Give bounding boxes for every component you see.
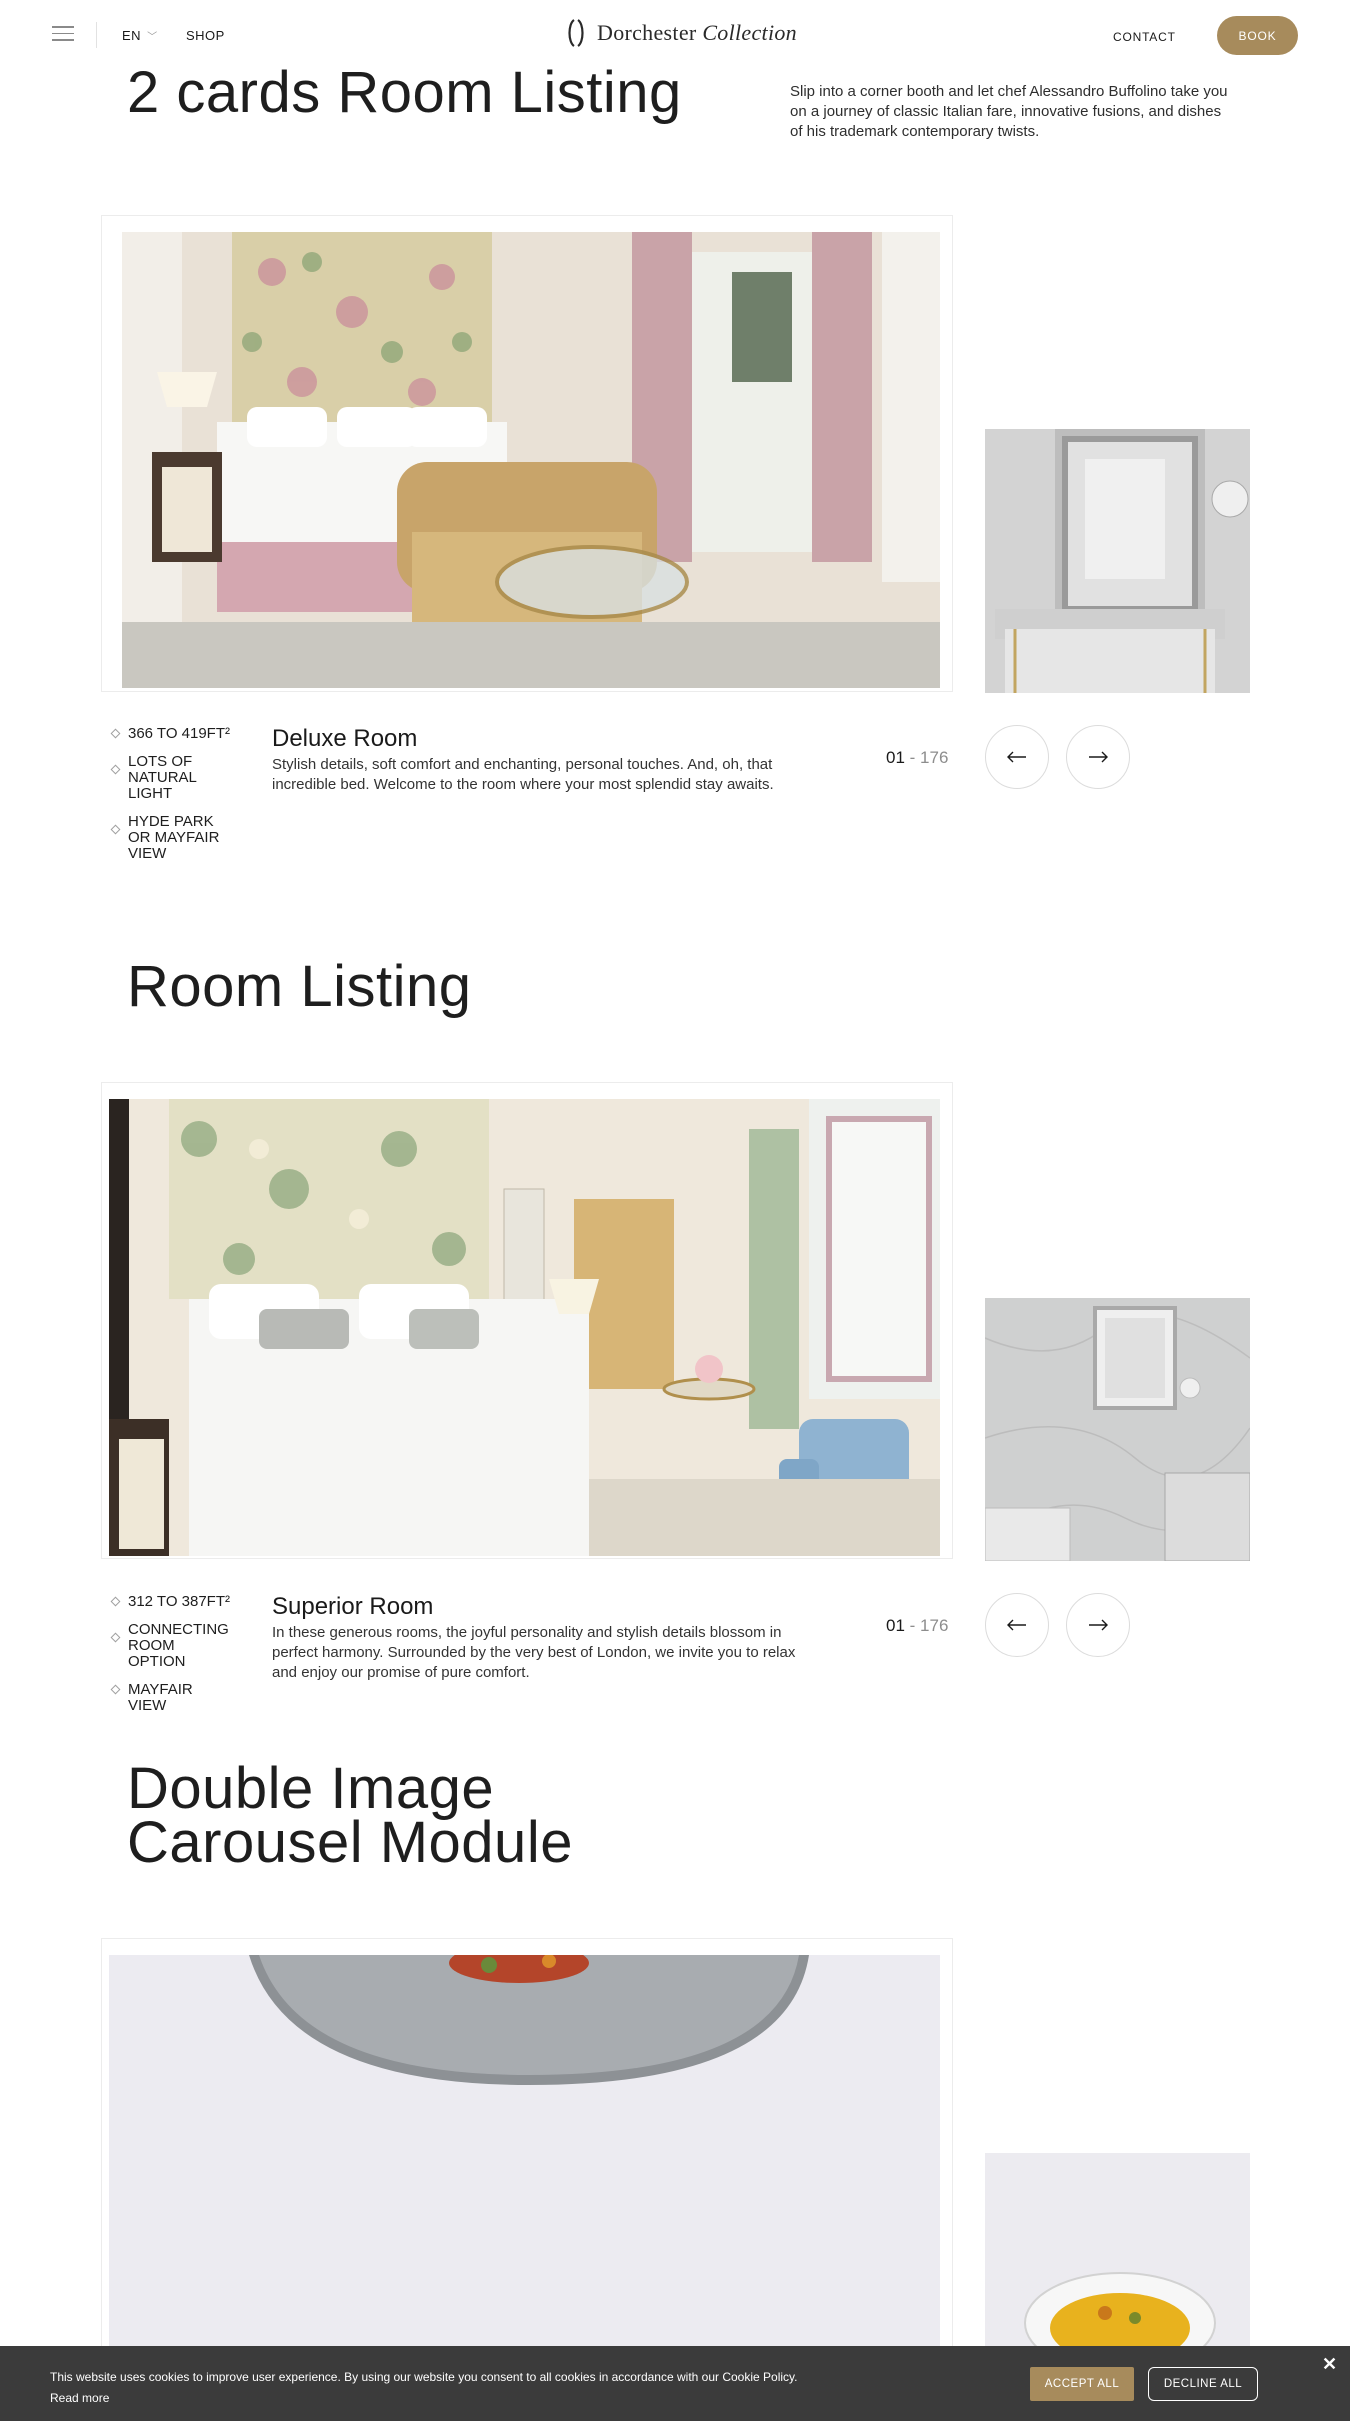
diamond-icon <box>110 1684 121 1695</box>
diamond-icon <box>110 764 121 775</box>
feature-item: 366 TO 419FT² <box>110 726 230 742</box>
decline-all-button[interactable]: DECLINE ALL <box>1148 2367 1258 2401</box>
section-title-double-image-carousel: Double Image Carousel Module <box>127 1756 573 1875</box>
bathroom-thumbnail-image <box>985 429 1250 693</box>
next-slide-button[interactable] <box>1066 1593 1130 1657</box>
feature-item: 312 TO 387FT² <box>110 1594 230 1610</box>
book-button[interactable]: BOOK <box>1217 16 1298 55</box>
cookie-message: This website uses cookies to improve use… <box>50 2370 798 2384</box>
room-name[interactable]: Superior Room <box>272 1593 433 1621</box>
slide-counter: 01 - 176 <box>886 748 949 767</box>
deluxe-room-image <box>122 232 940 688</box>
arrow-left-icon <box>1007 1619 1026 1631</box>
room-features-list: 366 TO 419FT² LOTS OF NATURAL LIGHT HYDE… <box>110 726 230 874</box>
diamond-icon <box>110 728 121 739</box>
next-slide-button[interactable] <box>1066 725 1130 789</box>
intro-paragraph: Slip into a corner booth and let chef Al… <box>790 83 1228 140</box>
prev-slide-button[interactable] <box>985 725 1049 789</box>
logo-mark-icon <box>568 19 584 47</box>
header-divider <box>96 22 97 48</box>
superior-room-image <box>109 1099 940 1556</box>
language-selector[interactable]: EN ﹀ <box>122 28 158 43</box>
close-icon[interactable]: ✕ <box>1322 2354 1337 2375</box>
diamond-icon <box>110 1632 121 1643</box>
brand-logo[interactable]: Dorchester Collection <box>565 18 797 48</box>
diamond-icon <box>110 824 121 835</box>
dish-image <box>109 1955 940 2346</box>
arrow-right-icon <box>1089 1619 1108 1631</box>
language-label: EN <box>122 28 142 43</box>
arrow-left-icon <box>1007 751 1026 763</box>
feature-item: HYDE PARK OR MAYFAIR VIEW <box>110 814 230 862</box>
arrow-right-icon <box>1089 751 1108 763</box>
room-description: Stylish details, soft comfort and enchan… <box>272 756 774 793</box>
feature-item: LOTS OF NATURAL LIGHT <box>110 754 230 802</box>
room-name[interactable]: Deluxe Room <box>272 725 417 753</box>
diamond-icon <box>110 1596 121 1607</box>
room-description: In these generous rooms, the joyful pers… <box>272 1624 796 1681</box>
chevron-down-icon: ﹀ <box>147 32 158 43</box>
feature-item: CONNECTING ROOM OPTION <box>110 1622 230 1670</box>
title-line: Carousel Module <box>127 1810 573 1875</box>
section-title-room-listing: Room Listing <box>127 954 472 1019</box>
logo-text: Dorchester Collection <box>597 20 797 45</box>
slide-counter: 01 - 176 <box>886 1616 949 1635</box>
section-title-two-cards: 2 cards Room Listing <box>127 60 682 125</box>
dish-thumbnail-image <box>985 2153 1250 2353</box>
read-more-link[interactable]: Read more <box>50 2391 109 2405</box>
menu-icon[interactable] <box>52 26 74 42</box>
feature-item: MAYFAIR VIEW <box>110 1682 230 1714</box>
shop-link[interactable]: SHOP <box>186 28 225 43</box>
prev-slide-button[interactable] <box>985 1593 1049 1657</box>
cookie-banner: This website uses cookies to improve use… <box>0 2346 1350 2421</box>
room-features-list: 312 TO 387FT² CONNECTING ROOM OPTION MAY… <box>110 1594 230 1726</box>
contact-link[interactable]: CONTACT <box>1113 30 1176 44</box>
title-line: Double Image <box>127 1756 495 1821</box>
bathroom-thumbnail-image <box>985 1298 1250 1561</box>
accept-all-button[interactable]: ACCEPT ALL <box>1030 2367 1134 2401</box>
